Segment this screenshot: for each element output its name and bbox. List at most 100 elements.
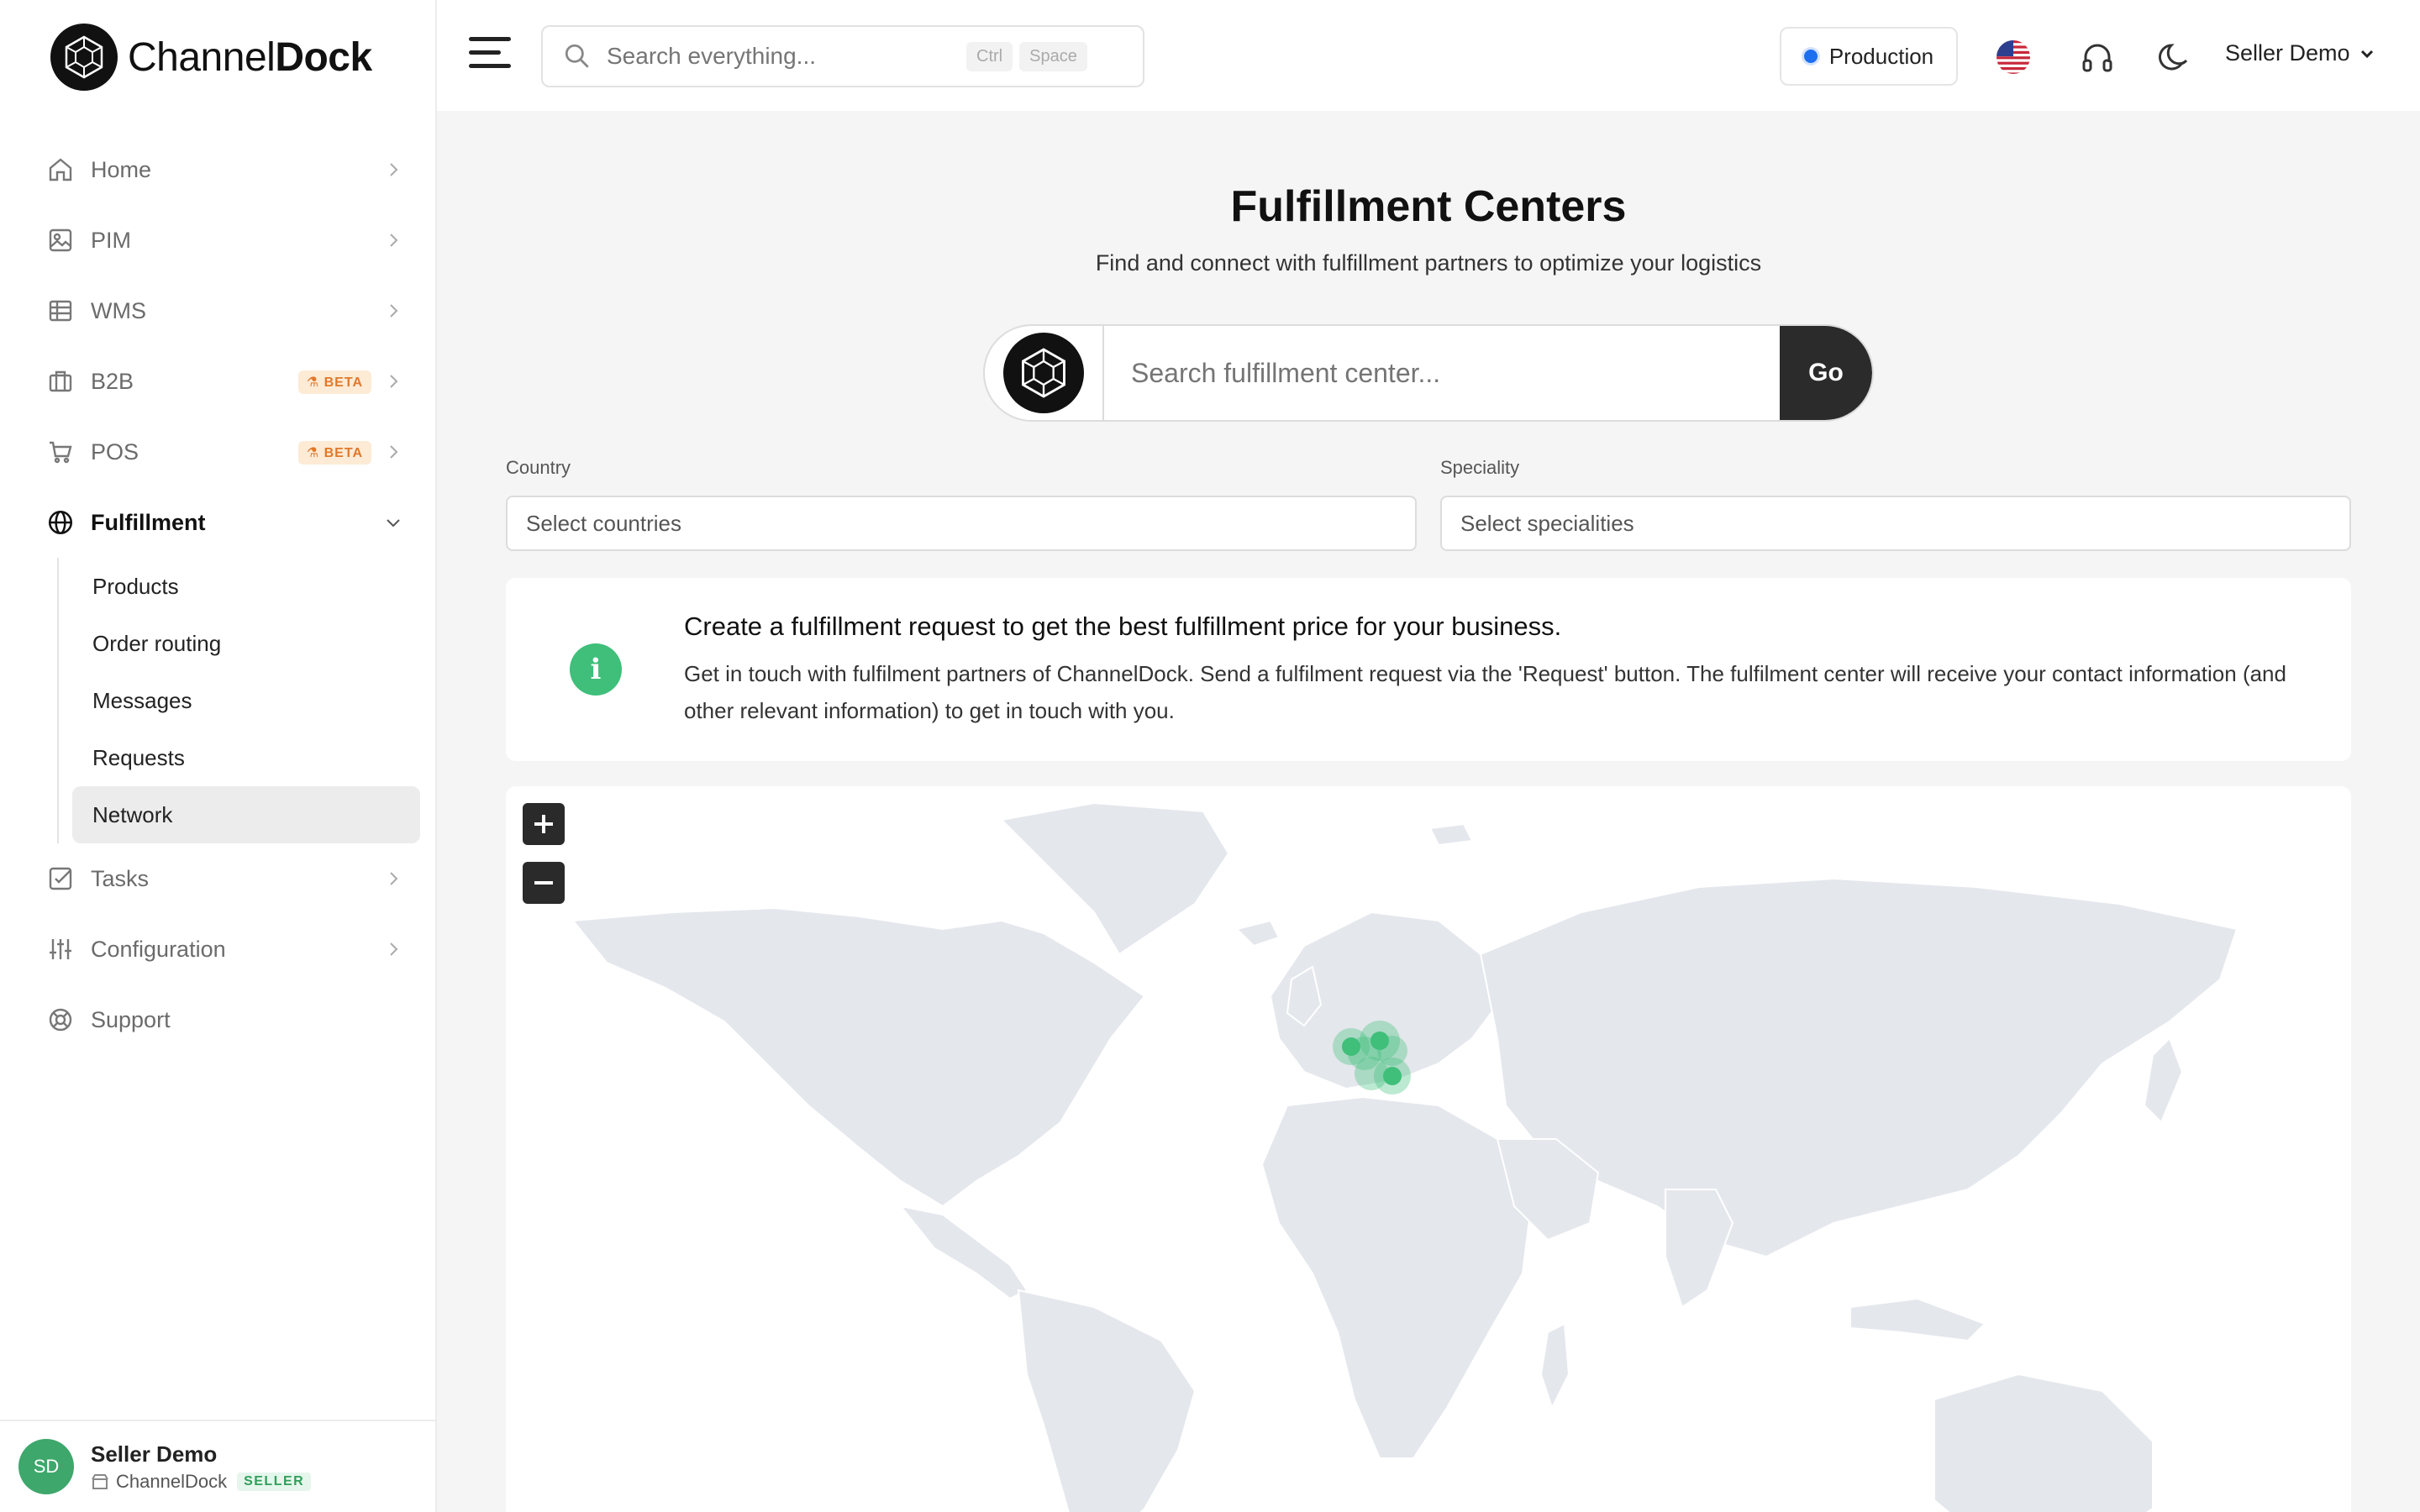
chevron-right-icon — [390, 304, 398, 318]
sidebar-item-label: POS — [91, 438, 139, 465]
headset-icon[interactable] — [2079, 39, 2116, 76]
chevron-right-icon — [390, 872, 398, 885]
map-region-north-america — [571, 906, 1146, 1208]
briefcase-icon — [45, 366, 76, 396]
map-region-svalbard — [1428, 822, 1474, 847]
home-icon — [45, 155, 76, 185]
chevron-right-icon — [390, 445, 398, 459]
store-icon — [92, 1473, 108, 1489]
info-text: Get in touch with fulfilment partners of… — [684, 661, 2286, 723]
sidebar-item-pos[interactable]: POS ⚗ BETA — [42, 417, 420, 487]
sidebar-item-label: WMS — [91, 297, 146, 323]
subnav-item-order-routing[interactable]: Order routing — [72, 615, 420, 672]
logo-wordmark: ChannelDock — [128, 34, 372, 80]
search-icon — [565, 44, 589, 68]
user-menu-label: Seller Demo — [2225, 40, 2350, 66]
beta-badge: ⚗ BETA — [297, 370, 371, 394]
cart-icon — [45, 437, 76, 467]
shortcut-key-ctrl: Ctrl — [966, 41, 1013, 71]
map-region-india — [1665, 1189, 1734, 1309]
subnav-item-messages[interactable]: Messages — [72, 672, 420, 729]
speciality-filter-label: Speciality — [1440, 457, 1520, 478]
environment-label: Production — [1828, 43, 1934, 69]
chevron-right-icon — [390, 375, 398, 388]
us-flag-icon[interactable] — [1995, 39, 2032, 76]
fulfillment-search-input[interactable] — [1104, 326, 1780, 420]
global-search-input[interactable] — [607, 43, 960, 70]
subnav-item-requests[interactable]: Requests — [72, 729, 420, 786]
zoom-out-button[interactable] — [523, 862, 565, 904]
channeldock-logo[interactable]: ChannelDock — [50, 24, 372, 91]
sliders-icon — [45, 934, 76, 964]
sidebar-item-label: Tasks — [91, 865, 150, 891]
map-region-iceland — [1235, 919, 1281, 948]
dark-mode-moon-icon[interactable] — [2156, 39, 2193, 76]
minus-icon — [534, 881, 553, 885]
environment-status-dot — [1803, 50, 1818, 63]
subnav-item-network[interactable]: Network — [72, 786, 420, 843]
zoom-in-button[interactable] — [523, 803, 565, 845]
chevron-right-icon — [390, 163, 398, 176]
sidebar-item-wms[interactable]: WMS — [42, 276, 420, 346]
world-map-canvas[interactable] — [506, 786, 2351, 1512]
plus-icon — [534, 815, 553, 833]
map-region-australia — [1933, 1373, 2154, 1512]
logo-cube-icon — [50, 24, 118, 91]
search-logo — [985, 326, 1104, 420]
chevron-right-icon — [390, 942, 398, 956]
sidebar-item-support[interactable]: Support — [42, 984, 420, 1055]
fulfillment-subnav: Products Order routing Messages Requests… — [57, 558, 420, 843]
environment-switch-button[interactable]: Production — [1780, 27, 1958, 86]
sidebar-item-label: Fulfillment — [91, 509, 206, 535]
top-header: Ctrl Space Production Seller De — [437, 0, 2420, 111]
sidebar-item-fulfillment[interactable]: Fulfillment — [42, 487, 420, 558]
image-icon — [45, 225, 76, 255]
page-subtitle: Find and connect with fulfillment partne… — [1095, 250, 1762, 276]
main-content: Fulfillment Centers Find and connect wit… — [437, 111, 2420, 1512]
map-region-japan — [2143, 1037, 2184, 1124]
map-region-south-america — [1017, 1289, 1197, 1512]
fulfillment-center-marker[interactable] — [1383, 1067, 1402, 1085]
user-menu[interactable]: Seller Demo — [2225, 40, 2375, 66]
info-title: Create a fulfillment request to get the … — [684, 612, 1562, 641]
sidebar-item-configuration[interactable]: Configuration — [42, 914, 420, 984]
global-search[interactable]: Ctrl Space — [541, 25, 1144, 87]
world-map[interactable] — [506, 786, 2351, 1512]
sidebar-nav: Home PIM WMS B2B ⚗ BETA POS ⚗ BETA Fulfi… — [42, 134, 420, 1055]
user-name: Seller Demo — [91, 1441, 218, 1467]
sidebar-item-label: PIM — [91, 227, 132, 253]
subnav-item-products[interactable]: Products — [72, 558, 420, 615]
sidebar-item-label: Configuration — [91, 936, 226, 962]
sidebar-item-label: Home — [91, 156, 152, 182]
lifebuoy-icon — [45, 1005, 76, 1035]
go-button[interactable]: Go — [1780, 326, 1872, 420]
map-region-central-america — [898, 1205, 1028, 1300]
page-title: Fulfillment Centers — [1230, 182, 1627, 231]
map-region-madagascar — [1539, 1322, 1570, 1410]
sidebar-item-pim[interactable]: PIM — [42, 205, 420, 276]
fulfillment-center-search: Go — [983, 324, 1874, 422]
sidebar-item-label: Support — [91, 1006, 171, 1032]
role-badge: SELLER — [237, 1472, 312, 1491]
chevron-right-icon — [390, 234, 398, 247]
menu-toggle-icon[interactable] — [469, 37, 511, 74]
sidebar-item-home[interactable]: Home — [42, 134, 420, 205]
avatar: SD — [18, 1439, 74, 1494]
chevron-down-icon — [387, 519, 400, 528]
shortcut-key-space: Space — [1019, 41, 1087, 71]
checkbox-icon — [45, 864, 76, 894]
sidebar-item-label: B2B — [91, 368, 134, 394]
speciality-select[interactable]: Select specialities — [1440, 496, 2351, 551]
sidebar-item-tasks[interactable]: Tasks — [42, 843, 420, 914]
logo-cube-icon — [1003, 333, 1084, 413]
user-org: ChannelDock — [116, 1470, 228, 1492]
country-select[interactable]: Select countries — [506, 496, 1417, 551]
info-icon: i — [570, 643, 622, 696]
sidebar-user-profile[interactable]: SD Seller Demo ChannelDock SELLER — [0, 1420, 437, 1512]
beta-badge: ⚗ BETA — [297, 441, 371, 465]
fulfillment-request-info: i Create a fulfillment request to get th… — [506, 578, 2351, 761]
chevron-down-icon — [2360, 50, 2373, 58]
sidebar-item-b2b[interactable]: B2B ⚗ BETA — [42, 346, 420, 417]
country-filter-label: Country — [506, 457, 571, 478]
globe-icon — [45, 507, 76, 538]
